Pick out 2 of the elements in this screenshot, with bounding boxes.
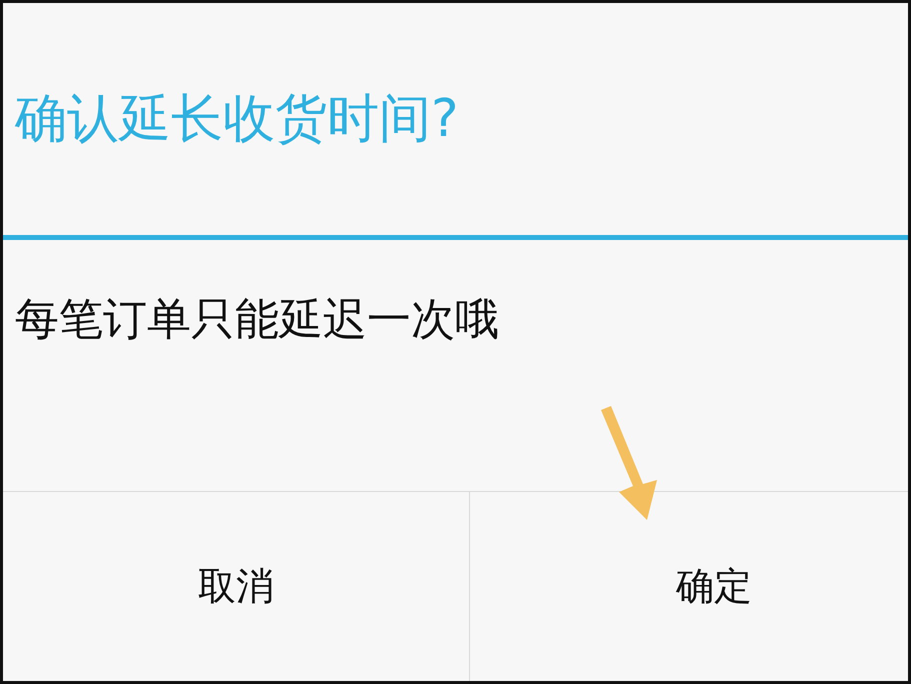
dialog-message: 每笔订单只能延迟一次哦 bbox=[15, 293, 500, 347]
dialog-title: 确认延长收货时间? bbox=[15, 88, 459, 151]
